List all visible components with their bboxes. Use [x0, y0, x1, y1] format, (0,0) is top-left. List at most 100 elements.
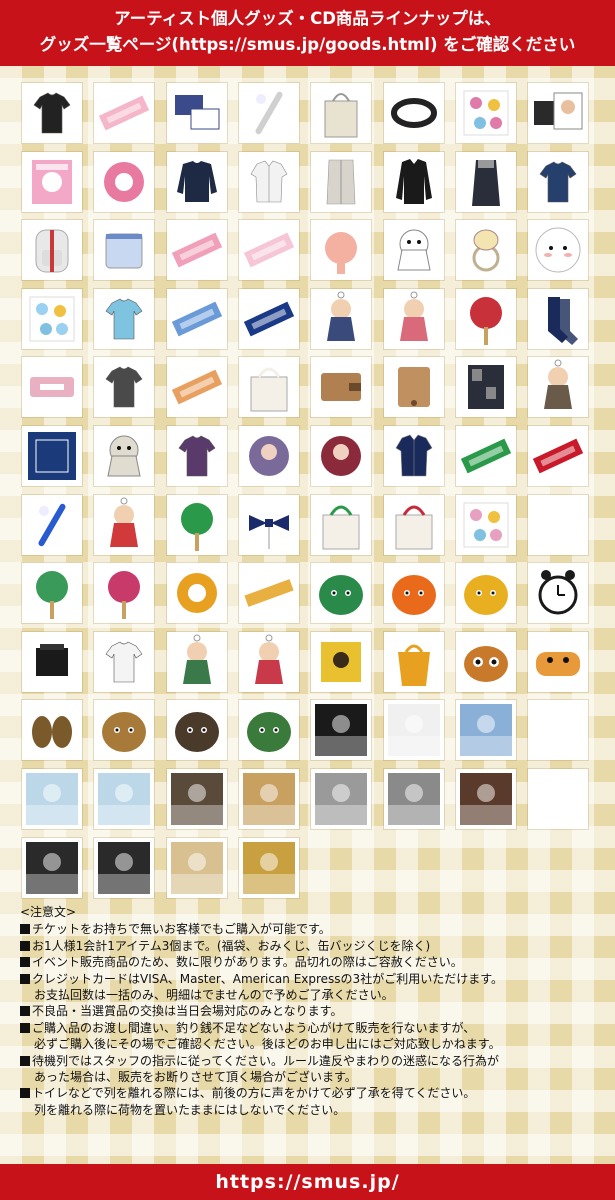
product-thumbnail[interactable] — [166, 494, 227, 555]
product-thumbnail[interactable] — [528, 357, 589, 418]
product-thumbnail[interactable] — [383, 700, 444, 761]
product-thumbnail[interactable] — [22, 357, 82, 418]
product-thumbnail[interactable] — [22, 83, 82, 143]
product-thumbnail[interactable] — [166, 563, 227, 624]
header-line-2[interactable]: グッズ一覧ページ(https://smus.jp/goods.html) をご確… — [0, 32, 615, 58]
product-thumbnail[interactable] — [238, 837, 299, 898]
product-thumbnail[interactable] — [455, 220, 516, 281]
product-thumbnail[interactable] — [238, 700, 299, 761]
product-thumbnail[interactable] — [22, 220, 82, 281]
product-thumbnail[interactable] — [311, 631, 372, 692]
product-thumbnail[interactable] — [238, 426, 299, 486]
product-thumbnail[interactable] — [94, 357, 155, 418]
product-thumbnail[interactable] — [455, 426, 516, 486]
product-thumbnail[interactable] — [22, 700, 82, 761]
product-thumbnail[interactable] — [22, 631, 82, 692]
product-thumbnail[interactable] — [238, 220, 299, 281]
product-thumbnail[interactable] — [383, 494, 444, 555]
product-thumbnail[interactable] — [22, 494, 82, 555]
product-thumbnail[interactable] — [22, 288, 82, 349]
product-thumbnail[interactable] — [455, 288, 516, 349]
product-thumbnail[interactable] — [22, 563, 82, 624]
product-thumbnail[interactable] — [528, 426, 589, 486]
product-thumbnail[interactable] — [166, 220, 227, 281]
product-thumbnail[interactable] — [94, 83, 155, 143]
notice-item: チケットをお持ちで無いお客様でもご購入が可能です。 — [20, 921, 600, 937]
product-thumbnail[interactable] — [455, 700, 516, 761]
product-thumbnail[interactable] — [528, 151, 589, 212]
product-thumbnail[interactable] — [311, 288, 372, 349]
product-thumbnail[interactable] — [311, 426, 372, 486]
product-thumbnail[interactable] — [22, 837, 82, 898]
product-thumbnail[interactable] — [94, 700, 155, 761]
product-thumbnail — [528, 769, 589, 829]
socks-icon — [548, 296, 579, 345]
plush-icon — [246, 712, 291, 753]
product-thumbnail[interactable] — [455, 563, 516, 624]
product-thumbnail[interactable] — [455, 151, 516, 212]
product-thumbnail[interactable] — [383, 426, 444, 486]
product-thumbnail[interactable] — [166, 357, 227, 418]
penlight-icon — [255, 91, 283, 135]
product-thumbnail[interactable] — [455, 494, 516, 555]
product-thumbnail[interactable] — [383, 357, 444, 418]
product-thumbnail[interactable] — [94, 220, 155, 281]
product-thumbnail[interactable] — [383, 151, 444, 212]
product-thumbnail[interactable] — [455, 83, 516, 143]
product-thumbnail[interactable] — [238, 151, 299, 212]
product-thumbnail[interactable] — [94, 151, 155, 212]
product-thumbnail[interactable] — [22, 769, 82, 829]
product-thumbnail[interactable] — [238, 288, 299, 349]
product-thumbnail[interactable] — [238, 631, 299, 692]
product-thumbnail[interactable] — [528, 288, 589, 349]
product-thumbnail[interactable] — [166, 700, 227, 761]
product-thumbnail[interactable] — [94, 288, 155, 349]
product-thumbnail[interactable] — [383, 563, 444, 624]
product-thumbnail[interactable] — [22, 151, 82, 212]
product-thumbnail[interactable] — [455, 769, 516, 829]
shirt-icon — [395, 434, 432, 477]
product-thumbnail[interactable] — [166, 631, 227, 692]
product-thumbnail[interactable] — [94, 563, 155, 624]
product-thumbnail[interactable] — [383, 769, 444, 829]
product-thumbnail[interactable] — [311, 700, 372, 761]
product-thumbnail[interactable] — [311, 563, 372, 624]
stickers-icon — [29, 296, 75, 342]
product-thumbnail[interactable] — [528, 83, 589, 143]
footer-url[interactable]: https://smus.jp/ — [0, 1164, 615, 1200]
product-thumbnail[interactable] — [528, 563, 589, 624]
product-thumbnail[interactable] — [238, 769, 299, 829]
product-thumbnail[interactable] — [383, 288, 444, 349]
product-thumbnail[interactable] — [311, 83, 372, 143]
product-thumbnail[interactable] — [94, 769, 155, 829]
product-thumbnail[interactable] — [166, 769, 227, 829]
product-thumbnail[interactable] — [94, 631, 155, 692]
ruler-icon — [244, 579, 294, 608]
product-thumbnail[interactable] — [383, 631, 444, 692]
product-thumbnail[interactable] — [238, 494, 299, 555]
product-thumbnail[interactable] — [528, 631, 589, 692]
product-thumbnail[interactable] — [166, 151, 227, 212]
product-thumbnail[interactable] — [166, 83, 227, 143]
product-thumbnail[interactable] — [455, 357, 516, 418]
product-thumbnail[interactable] — [238, 357, 299, 418]
product-thumbnail[interactable] — [311, 357, 372, 418]
product-thumbnail[interactable] — [311, 151, 372, 212]
product-thumbnail[interactable] — [455, 631, 516, 692]
cushion-icon — [535, 227, 581, 273]
product-thumbnail[interactable] — [311, 220, 372, 281]
product-thumbnail[interactable] — [166, 288, 227, 349]
product-thumbnail[interactable] — [94, 494, 155, 555]
product-thumbnail[interactable] — [528, 220, 589, 281]
product-thumbnail[interactable] — [383, 83, 444, 143]
product-thumbnail[interactable] — [311, 494, 372, 555]
product-thumbnail[interactable] — [94, 426, 155, 486]
product-thumbnail[interactable] — [383, 220, 444, 281]
product-thumbnail[interactable] — [166, 426, 227, 486]
product-thumbnail[interactable] — [238, 563, 299, 624]
product-thumbnail[interactable] — [94, 837, 155, 898]
product-thumbnail[interactable] — [166, 837, 227, 898]
product-thumbnail[interactable] — [22, 426, 82, 486]
product-thumbnail[interactable] — [238, 83, 299, 143]
product-thumbnail[interactable] — [311, 769, 372, 829]
